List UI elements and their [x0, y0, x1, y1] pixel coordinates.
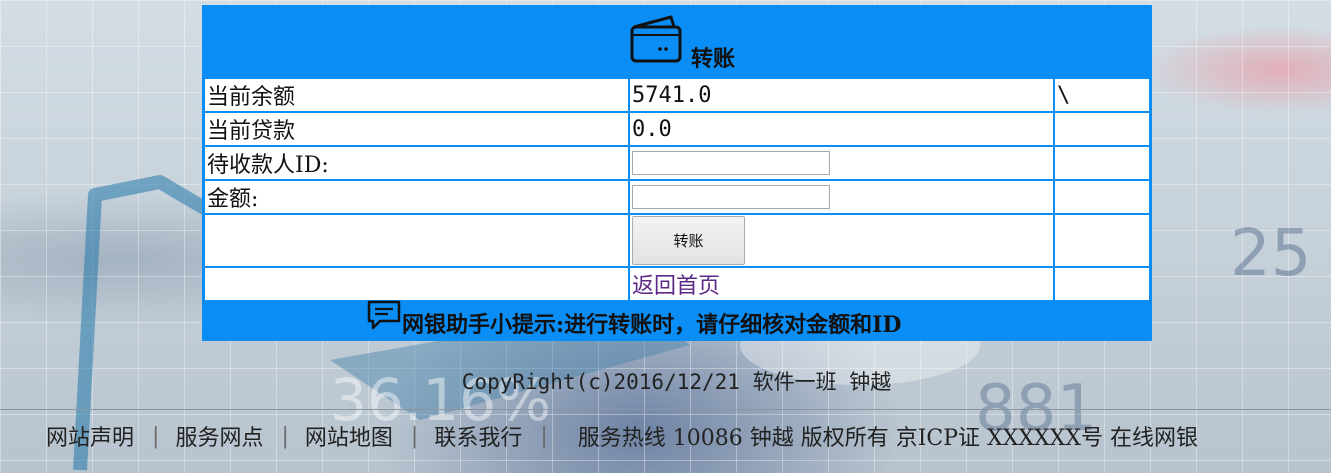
- footer-divider: [0, 409, 1331, 410]
- back-extra-cell: [1055, 268, 1149, 300]
- footer-separator: |: [540, 423, 548, 449]
- submit-row: 转账: [205, 215, 1149, 266]
- submit-cell: 转账: [630, 215, 1053, 266]
- tip-bar: 网银助手小提示:进行转账时，请仔细核对金额和ID: [202, 297, 1152, 341]
- amount-extra-cell: [1055, 181, 1149, 213]
- page-title: 转账: [691, 46, 736, 72]
- submit-extra-cell: [1055, 215, 1149, 266]
- footer-info-text: 服务热线 10086 钟越 版权所有 京ICP证 XXXXXX号 在线网银: [577, 426, 1198, 451]
- panel-header: 转账: [202, 5, 1152, 77]
- back-empty-cell: [205, 268, 628, 300]
- back-row: 返回首页: [205, 268, 1149, 300]
- back-cell: 返回首页: [630, 268, 1053, 300]
- footer-separator: |: [281, 423, 289, 449]
- copyright-text: CopyRight(c)2016/12/21 软件一班 钟越: [461, 370, 892, 394]
- payee-id-input[interactable]: [632, 151, 830, 175]
- payee-cell: [630, 147, 1053, 179]
- footer-link-contact[interactable]: 联系我行: [434, 420, 522, 452]
- amount-input[interactable]: [632, 185, 830, 209]
- payee-row: 待收款人ID:: [205, 147, 1149, 179]
- balance-label: 当前余额: [205, 79, 628, 111]
- balance-row: 当前余额 5741.0 \: [205, 79, 1149, 111]
- footer-separator: |: [410, 423, 419, 449]
- loan-row: 当前贷款 0.0: [205, 113, 1149, 145]
- transfer-panel: 转账 当前余额 5741.0 \ 当前贷款 0.0 待收款人ID: 金额: 转账…: [202, 5, 1152, 341]
- footer-link-sitemap[interactable]: 网站地图: [305, 420, 393, 452]
- payee-extra-cell: [1055, 147, 1149, 179]
- tip-text: 网银助手小提示:进行转账时，请仔细核对金额和ID: [402, 312, 902, 338]
- footer-link-statement[interactable]: 网站声明: [46, 420, 134, 452]
- footer: 网站声明 | 服务网点 | 网站地图 | 联系我行 | 服务热线 10086 钟…: [46, 420, 1198, 452]
- footer-link-branches[interactable]: 服务网点: [175, 420, 263, 452]
- transfer-form: 当前余额 5741.0 \ 当前贷款 0.0 待收款人ID: 金额: 转账 返回…: [203, 77, 1151, 302]
- wallet-icon: [630, 15, 682, 63]
- payee-label: 待收款人ID:: [205, 147, 628, 179]
- transfer-submit-button[interactable]: 转账: [632, 216, 745, 265]
- loan-extra-cell: [1055, 113, 1149, 145]
- balance-value: 5741.0: [630, 79, 1053, 111]
- footer-separator: |: [152, 423, 160, 449]
- balance-extra: \: [1055, 79, 1149, 111]
- chat-icon: [367, 300, 401, 330]
- amount-cell: [630, 181, 1053, 213]
- loan-label: 当前贷款: [205, 113, 628, 145]
- back-to-home-link[interactable]: 返回首页: [632, 274, 720, 299]
- submit-empty-cell: [205, 215, 628, 266]
- amount-row: 金额:: [205, 181, 1149, 213]
- amount-label: 金额:: [205, 181, 628, 213]
- svg-text:25: 25: [1230, 217, 1311, 291]
- loan-value: 0.0: [630, 113, 1053, 145]
